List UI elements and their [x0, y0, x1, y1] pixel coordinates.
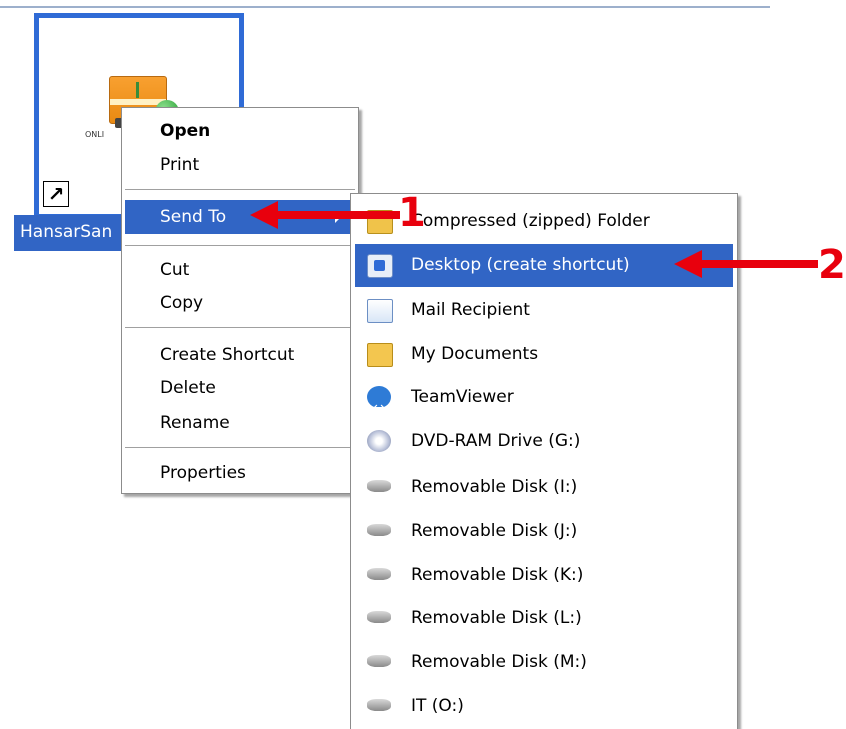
shortcut-overlay-icon: ↗ [43, 181, 69, 207]
send-item-removable-disk-k[interactable]: Removable Disk (K:) [355, 554, 733, 597]
menu-separator [125, 327, 355, 328]
send-item-label: My Documents [411, 344, 539, 364]
menu-separator [125, 447, 355, 448]
removable-disk-icon [367, 699, 391, 711]
send-item-label: Mail Recipient [411, 300, 530, 320]
send-item-removable-disk-l[interactable]: Removable Disk (L:) [355, 597, 733, 640]
menu-item-create-shortcut[interactable]: Create Shortcut [125, 338, 355, 372]
send-item-label: Removable Disk (J:) [411, 521, 578, 541]
send-item-dvd-drive[interactable]: DVD-RAM Drive (G:) [355, 420, 733, 463]
desktop-icon [367, 254, 393, 278]
mail-icon [367, 299, 393, 323]
send-item-label: IT (O:) [411, 696, 464, 716]
removable-disk-icon [367, 524, 391, 536]
menu-item-properties[interactable]: Properties [125, 456, 355, 490]
send-item-removable-disk-i[interactable]: Removable Disk (I:) [355, 466, 733, 509]
icon-sublabel: ONLI [85, 130, 105, 139]
send-item-label: Removable Disk (K:) [411, 565, 584, 585]
removable-disk-icon [367, 568, 391, 580]
context-menu: Open Print Send To Cut Copy Create Short… [121, 107, 359, 494]
send-item-label: Compressed (zipped) Folder [411, 211, 650, 231]
menu-separator [125, 189, 355, 190]
menu-separator [125, 245, 355, 246]
send-item-label: Removable Disk (L:) [411, 608, 582, 628]
annotation-arrow-2 [674, 250, 818, 278]
documents-icon [367, 343, 393, 367]
send-item-removable-disk-m[interactable]: Removable Disk (M:) [355, 641, 733, 684]
send-item-mail-recipient[interactable]: Mail Recipient [355, 289, 733, 332]
menu-item-print[interactable]: Print [125, 148, 355, 182]
send-item-removable-disk-j[interactable]: Removable Disk (J:) [355, 510, 733, 553]
send-item-label: TeamViewer [411, 387, 514, 407]
desktop-top-divider [0, 6, 770, 8]
send-item-label: DVD-RAM Drive (G:) [411, 431, 581, 451]
menu-item-rename[interactable]: Rename [125, 406, 355, 440]
send-item-it-drive[interactable]: IT (O:) [355, 685, 733, 728]
annotation-arrow-1 [250, 201, 400, 229]
annotation-step-1: 1 [398, 190, 426, 236]
removable-disk-icon [367, 480, 391, 492]
menu-item-copy[interactable]: Copy [125, 286, 355, 320]
dvd-drive-icon [367, 430, 391, 452]
menu-item-cut[interactable]: Cut [125, 253, 355, 287]
teamviewer-icon [367, 386, 391, 430]
removable-disk-icon [367, 611, 391, 623]
send-item-label: Desktop (create shortcut) [411, 255, 630, 275]
annotation-step-2: 2 [818, 242, 846, 288]
send-item-label: Removable Disk (I:) [411, 477, 578, 497]
send-item-teamviewer[interactable]: TeamViewer [355, 376, 733, 430]
menu-item-open[interactable]: Open [125, 114, 355, 148]
menu-item-label: Send To [160, 207, 227, 227]
send-item-my-documents[interactable]: My Documents [355, 333, 733, 376]
send-item-label: Removable Disk (M:) [411, 652, 587, 672]
removable-disk-icon [367, 655, 391, 667]
menu-item-delete[interactable]: Delete [125, 371, 355, 405]
